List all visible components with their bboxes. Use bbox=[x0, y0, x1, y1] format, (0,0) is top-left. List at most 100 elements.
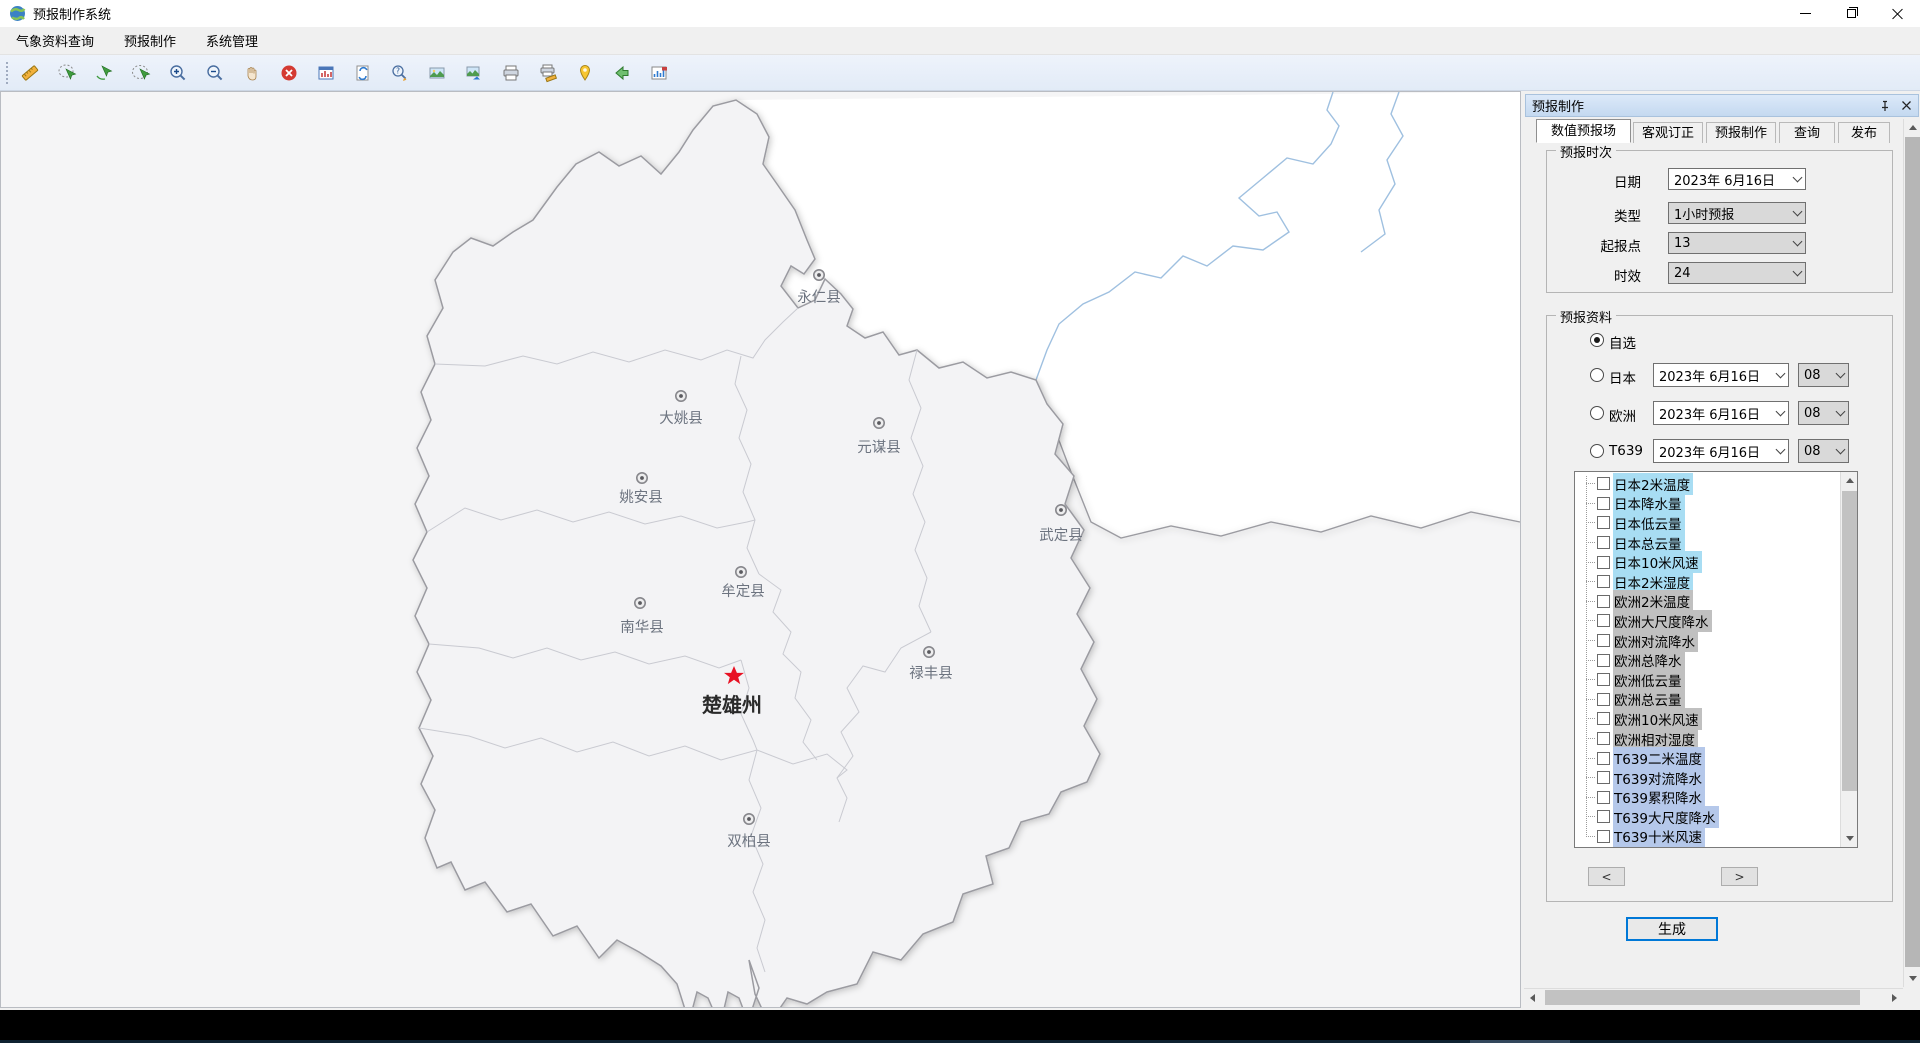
close-button[interactable] bbox=[1874, 0, 1920, 27]
source-hour-combo-4[interactable]: 08 bbox=[1798, 439, 1849, 463]
generate-button[interactable]: 生成 bbox=[1626, 917, 1718, 941]
source-hour-combo-2[interactable]: 08 bbox=[1798, 363, 1849, 387]
list-item[interactable]: 欧洲低云量 bbox=[1575, 670, 1840, 690]
list-item[interactable]: 欧洲对流降水 bbox=[1575, 631, 1840, 651]
select-area-icon[interactable] bbox=[52, 59, 82, 87]
pin-button[interactable] bbox=[1876, 97, 1894, 115]
checkbox[interactable] bbox=[1597, 791, 1610, 804]
stop-icon[interactable] bbox=[274, 59, 304, 87]
tab-5[interactable]: 发布 bbox=[1838, 122, 1890, 143]
variable-list[interactable]: 日本2米温度日本降水量日本低云量日本总云量日本10米风速日本2米湿度欧洲2米温度… bbox=[1574, 471, 1858, 848]
list-item[interactable]: 欧洲相对湿度 bbox=[1575, 729, 1840, 749]
refresh-icon[interactable] bbox=[348, 59, 378, 87]
checkbox[interactable] bbox=[1597, 732, 1610, 745]
prev-button[interactable]: < bbox=[1588, 867, 1625, 886]
list-item[interactable]: 日本2米温度 bbox=[1575, 474, 1840, 494]
checkbox[interactable] bbox=[1597, 595, 1610, 608]
toolbar-grip[interactable] bbox=[5, 61, 9, 85]
list-item[interactable]: 欧洲总云量 bbox=[1575, 690, 1840, 710]
radio-日本[interactable] bbox=[1590, 368, 1604, 382]
print-icon[interactable] bbox=[496, 59, 526, 87]
marker-icon[interactable] bbox=[570, 59, 600, 87]
radio-自选[interactable] bbox=[1590, 333, 1604, 347]
menu-item-1[interactable]: 气象资料查询 bbox=[2, 27, 108, 54]
print-setup-icon[interactable] bbox=[533, 59, 563, 87]
field-combo-2[interactable]: 1小时预报 bbox=[1668, 202, 1806, 224]
source-date-combo-3[interactable]: 2023年 6月16日 bbox=[1653, 401, 1789, 425]
source-date-combo-4[interactable]: 2023年 6月16日 bbox=[1653, 439, 1789, 463]
chart-window-icon[interactable] bbox=[311, 59, 341, 87]
tab-1[interactable]: 数值预报场 bbox=[1536, 119, 1631, 143]
identify-icon[interactable]: ? bbox=[385, 59, 415, 87]
checkbox[interactable] bbox=[1597, 752, 1610, 765]
checkbox[interactable] bbox=[1597, 673, 1610, 686]
checkbox[interactable] bbox=[1597, 516, 1610, 529]
source-date-combo-2[interactable]: 2023年 6月16日 bbox=[1653, 363, 1789, 387]
checkbox[interactable] bbox=[1597, 810, 1610, 823]
checkbox[interactable] bbox=[1597, 556, 1610, 569]
image-icon[interactable] bbox=[422, 59, 452, 87]
menu-item-2[interactable]: 预报制作 bbox=[110, 27, 190, 54]
panel-vertical-scrollbar[interactable] bbox=[1903, 119, 1920, 987]
field-combo-4[interactable]: 24 bbox=[1668, 262, 1806, 284]
back-icon[interactable] bbox=[607, 59, 637, 87]
list-scroll-up[interactable] bbox=[1841, 472, 1858, 489]
scroll-up-arrow[interactable] bbox=[1904, 119, 1920, 136]
field-combo-1[interactable]: 2023年 6月16日 bbox=[1668, 168, 1806, 190]
checkbox[interactable] bbox=[1597, 654, 1610, 667]
export-image-icon[interactable] bbox=[459, 59, 489, 87]
radio-T639[interactable] bbox=[1590, 444, 1604, 458]
select-area-alt-icon[interactable] bbox=[126, 59, 156, 87]
list-scrollbar[interactable] bbox=[1840, 472, 1857, 847]
report-icon[interactable] bbox=[644, 59, 674, 87]
minimize-button[interactable] bbox=[1782, 0, 1828, 27]
pan-icon[interactable] bbox=[237, 59, 267, 87]
checkbox[interactable] bbox=[1597, 477, 1610, 490]
next-button[interactable]: > bbox=[1721, 867, 1758, 886]
map-canvas[interactable]: 永仁县大姚县元谋县姚安县武定县牟定县南华县禄丰县双柏县楚雄州 bbox=[0, 91, 1521, 1008]
checkbox[interactable] bbox=[1597, 712, 1610, 725]
field-combo-3[interactable]: 13 bbox=[1668, 232, 1806, 254]
scroll-right-arrow[interactable] bbox=[1886, 989, 1903, 1006]
list-item[interactable]: T639对流降水 bbox=[1575, 768, 1840, 788]
list-item[interactable]: T639十米风速 bbox=[1575, 827, 1840, 847]
panel-scrollbar-thumb[interactable] bbox=[1905, 137, 1920, 967]
list-item[interactable]: 欧洲10米风速 bbox=[1575, 709, 1840, 729]
list-scrollbar-thumb[interactable] bbox=[1842, 491, 1857, 791]
checkbox[interactable] bbox=[1597, 830, 1610, 843]
list-item[interactable]: 日本10米风速 bbox=[1575, 552, 1840, 572]
list-item[interactable]: 欧洲大尺度降水 bbox=[1575, 611, 1840, 631]
measure-icon[interactable] bbox=[15, 59, 45, 87]
list-item[interactable]: T639二米温度 bbox=[1575, 748, 1840, 768]
checkbox[interactable] bbox=[1597, 771, 1610, 784]
source-hour-combo-3[interactable]: 08 bbox=[1798, 401, 1849, 425]
tab-2[interactable]: 客观订正 bbox=[1633, 122, 1703, 143]
list-item[interactable]: 日本2米湿度 bbox=[1575, 572, 1840, 592]
list-scroll-down[interactable] bbox=[1841, 830, 1858, 847]
scroll-down-arrow[interactable] bbox=[1904, 970, 1920, 987]
scroll-left-arrow[interactable] bbox=[1524, 989, 1541, 1006]
checkbox[interactable] bbox=[1597, 634, 1610, 647]
list-item[interactable]: 日本低云量 bbox=[1575, 513, 1840, 533]
radio-欧洲[interactable] bbox=[1590, 406, 1604, 420]
zoom-out-icon[interactable] bbox=[200, 59, 230, 87]
menu-item-3[interactable]: 系统管理 bbox=[192, 27, 272, 54]
list-item[interactable]: 欧洲2米温度 bbox=[1575, 592, 1840, 612]
list-item[interactable]: 日本总云量 bbox=[1575, 533, 1840, 553]
panel-horizontal-scrollbar[interactable] bbox=[1524, 988, 1903, 1005]
checkbox[interactable] bbox=[1597, 614, 1610, 627]
checkbox[interactable] bbox=[1597, 693, 1610, 706]
list-item[interactable]: T639大尺度降水 bbox=[1575, 807, 1840, 827]
zoom-in-icon[interactable] bbox=[163, 59, 193, 87]
tab-3[interactable]: 预报制作 bbox=[1706, 122, 1776, 143]
list-item[interactable]: T639累积降水 bbox=[1575, 788, 1840, 808]
panel-close-button[interactable] bbox=[1897, 97, 1915, 115]
checkbox[interactable] bbox=[1597, 497, 1610, 510]
pointer-icon[interactable] bbox=[89, 59, 119, 87]
list-item[interactable]: 日本降水量 bbox=[1575, 494, 1840, 514]
h-scrollbar-thumb[interactable] bbox=[1545, 990, 1860, 1005]
checkbox[interactable] bbox=[1597, 575, 1610, 588]
tab-4[interactable]: 查询 bbox=[1779, 122, 1835, 143]
checkbox[interactable] bbox=[1597, 536, 1610, 549]
list-item[interactable]: 欧洲总降水 bbox=[1575, 650, 1840, 670]
